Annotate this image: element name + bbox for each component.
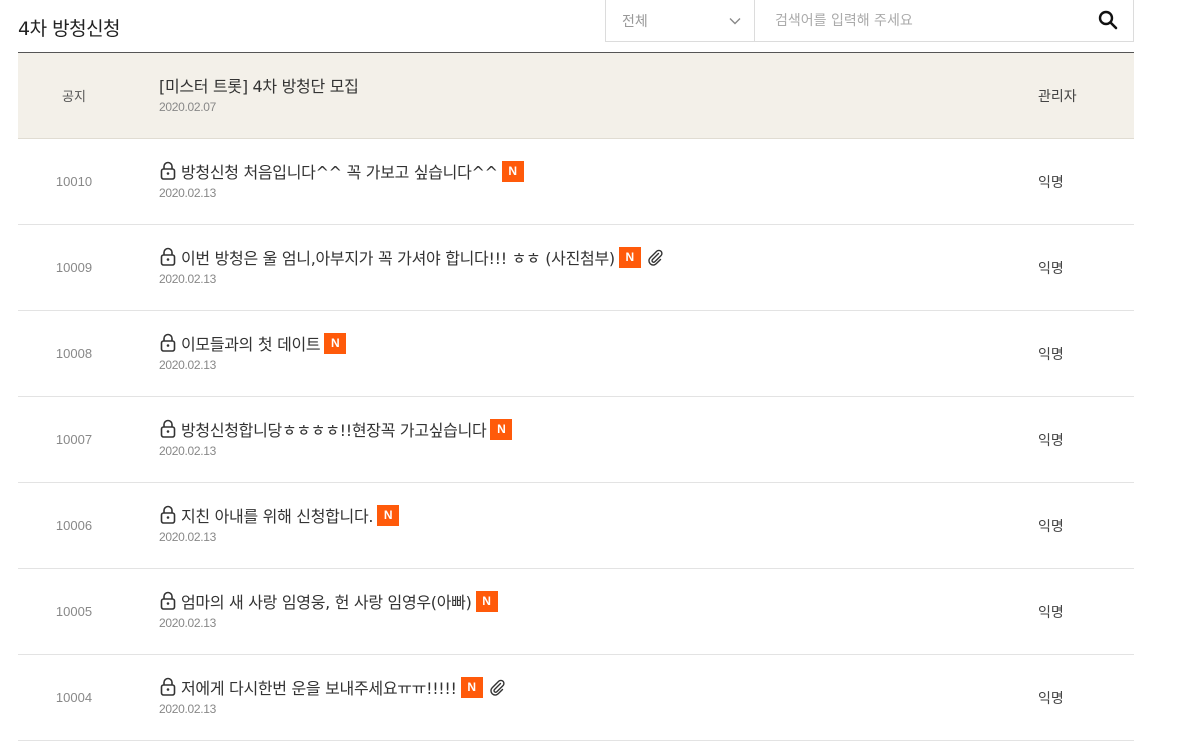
lock-icon (160, 419, 176, 438)
post-number: 10007 (55, 432, 93, 447)
post-date: 2020.02.13 (159, 444, 217, 458)
new-badge: N (618, 246, 641, 268)
post-author: 익명 (1038, 346, 1064, 363)
post-author: 익명 (1038, 690, 1064, 707)
search-input[interactable] (775, 12, 1075, 29)
notice-author: 관리자 (1038, 88, 1077, 105)
search-bar: 전체 (605, 0, 1134, 42)
paperclip-icon (489, 679, 505, 696)
post-title[interactable]: 엄마의 새 사랑 임영웅, 헌 사랑 임영우(아빠) (181, 589, 472, 613)
post-row[interactable]: 10006 지친 아내를 위해 신청합니다. N 2020.02.13 익명 (18, 483, 1134, 569)
post-title[interactable]: 방청신청합니당ㅎㅎㅎㅎ!!현장꼭 가고싶습니다 (181, 417, 487, 441)
post-author: 익명 (1038, 174, 1064, 191)
new-badge: N (377, 504, 400, 526)
post-title[interactable]: 이번 방청은 울 엄니,아부지가 꼭 가셔야 합니다!!! ㅎㅎ (사진첨부) (181, 245, 615, 269)
post-row[interactable]: 10005 엄마의 새 사랑 임영웅, 헌 사랑 임영우(아빠) N 2020.… (18, 569, 1134, 655)
new-badge: N (490, 418, 513, 440)
post-author: 익명 (1038, 260, 1064, 277)
notice-label: 공지 (62, 89, 86, 104)
search-icon[interactable] (1097, 9, 1119, 31)
post-row[interactable]: 10007 방청신청합니당ㅎㅎㅎㅎ!!현장꼭 가고싶습니다 N 2020.02.… (18, 397, 1134, 483)
post-number: 10010 (55, 174, 93, 189)
post-number: 10004 (55, 690, 93, 705)
notice-row[interactable]: 공지 [미스터 트롯] 4차 방청단 모집 2020.02.07 관리자 (18, 53, 1134, 139)
post-row[interactable]: 10008 이모들과의 첫 데이트 N 2020.02.13 익명 (18, 311, 1134, 397)
notice-title[interactable]: [미스터 트롯] 4차 방청단 모집 (159, 73, 359, 97)
post-date: 2020.02.13 (159, 530, 217, 544)
post-date: 2020.02.13 (159, 186, 217, 200)
paperclip-icon (648, 249, 663, 266)
new-badge: N (475, 590, 498, 612)
post-author: 익명 (1038, 518, 1064, 535)
lock-icon (160, 333, 176, 352)
post-date: 2020.02.13 (159, 358, 217, 372)
lock-icon (160, 161, 176, 180)
post-number: 10005 (55, 604, 93, 619)
post-date: 2020.02.13 (159, 616, 217, 630)
post-number: 10008 (55, 346, 93, 361)
post-date: 2020.02.13 (159, 272, 217, 286)
post-number: 10006 (55, 518, 93, 533)
post-title[interactable]: 지친 아내를 위해 신청합니다. (181, 503, 373, 527)
notice-date: 2020.02.07 (159, 100, 217, 114)
new-badge: N (324, 332, 347, 354)
lock-icon (160, 505, 176, 524)
new-badge: N (460, 676, 483, 698)
lock-icon (160, 591, 176, 610)
post-author: 익명 (1038, 604, 1064, 621)
post-date: 2020.02.13 (159, 702, 217, 716)
post-title[interactable]: 방청신청 처음입니다^^ 꼭 가보고 싶습니다^^ (181, 159, 498, 183)
search-category-select[interactable]: 전체 (606, 0, 755, 41)
post-row[interactable]: 10010 방청신청 처음입니다^^ 꼭 가보고 싶습니다^^ N 2020.0… (18, 139, 1134, 225)
post-row[interactable]: 10004 저에게 다시한번 운을 보내주세요ㅠㅠ!!!!! N 2020.02… (18, 655, 1134, 741)
post-number: 10009 (55, 260, 93, 275)
new-badge: N (501, 160, 524, 182)
board-list: 공지 [미스터 트롯] 4차 방청단 모집 2020.02.07 관리자 100… (18, 52, 1134, 741)
chevron-down-icon (729, 17, 741, 24)
page-title: 4차 방청신청 (18, 18, 121, 40)
post-title[interactable]: 이모들과의 첫 데이트 (181, 331, 321, 355)
lock-icon (160, 247, 176, 266)
lock-icon (160, 677, 176, 696)
post-author: 익명 (1038, 432, 1064, 449)
post-title[interactable]: 저에게 다시한번 운을 보내주세요ㅠㅠ!!!!! (181, 675, 457, 699)
search-category-value: 전체 (622, 13, 648, 30)
post-row[interactable]: 10009 이번 방청은 울 엄니,아부지가 꼭 가셔야 합니다!!! ㅎㅎ (… (18, 225, 1134, 311)
